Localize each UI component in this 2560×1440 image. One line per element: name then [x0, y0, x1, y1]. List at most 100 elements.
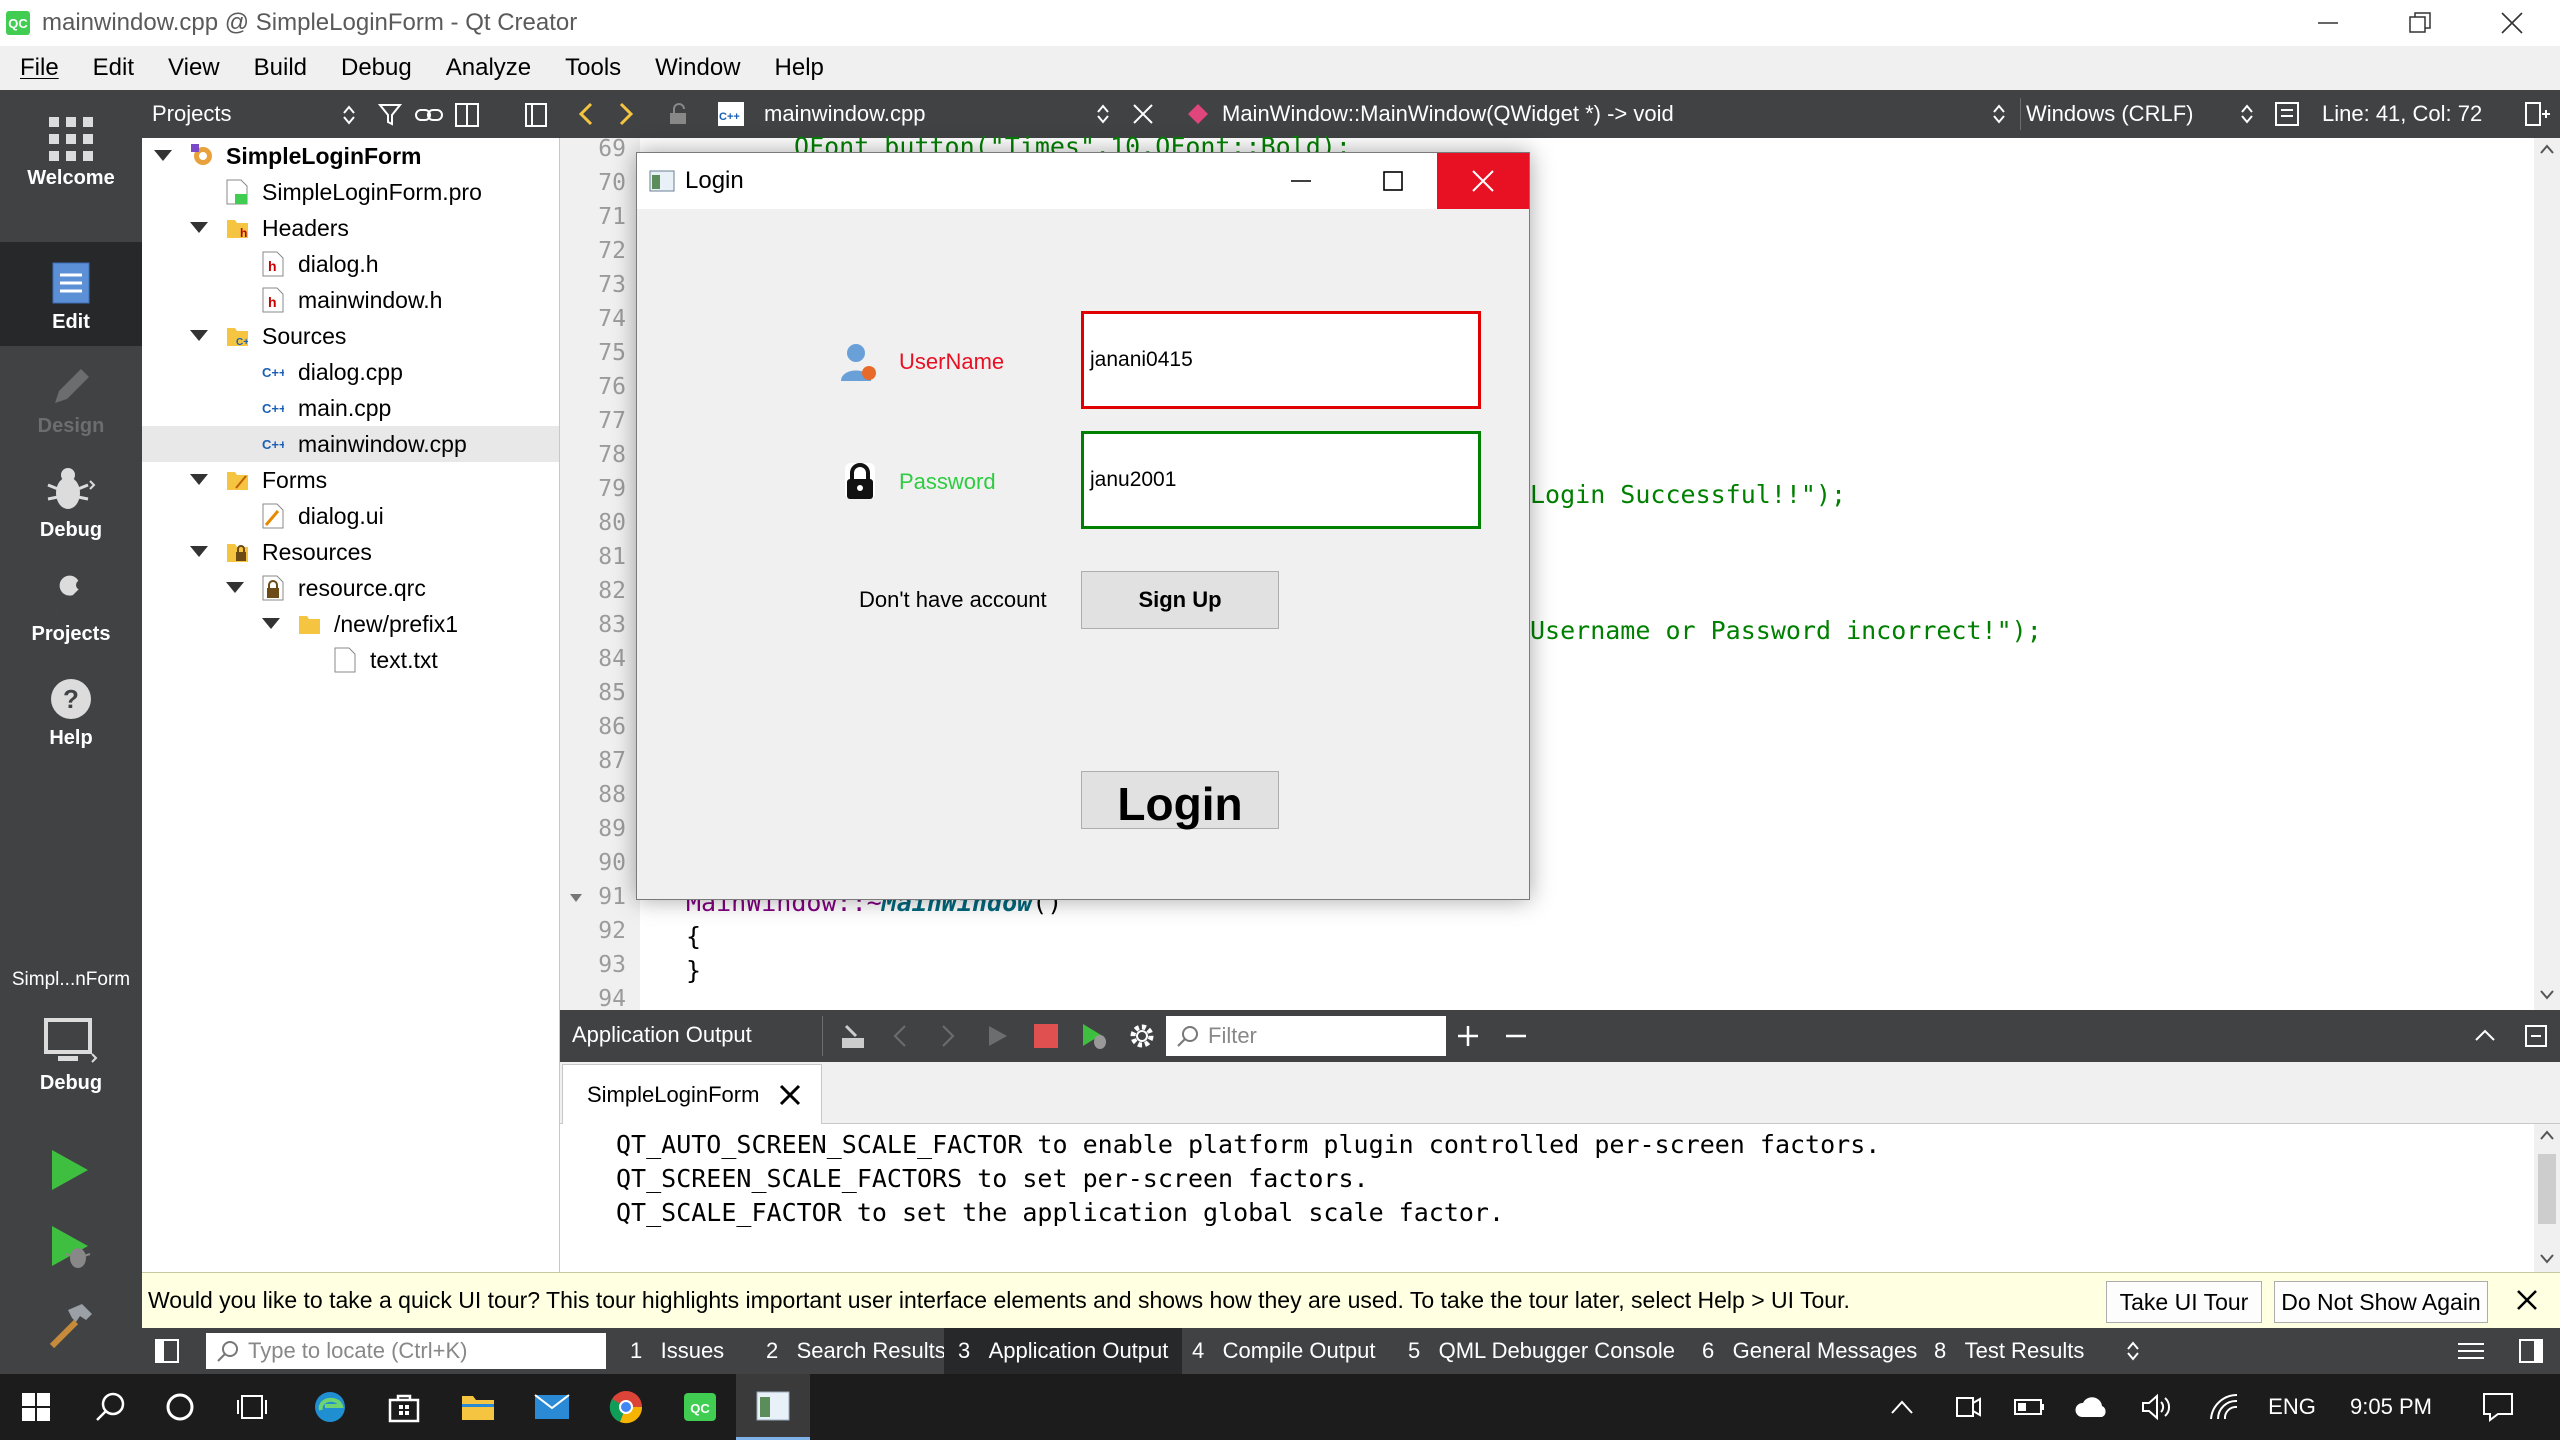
view-selector-arrows-icon[interactable]: [342, 104, 356, 126]
fold-marker-icon[interactable]: [570, 894, 582, 902]
dialog-minimize-button[interactable]: [1255, 153, 1347, 209]
taskbar-store[interactable]: [378, 1374, 430, 1440]
close-panel-icon[interactable]: [524, 102, 548, 128]
menu-view[interactable]: View: [148, 54, 234, 82]
menu-debug[interactable]: Debug: [321, 54, 426, 82]
taskbar-search-button[interactable]: [84, 1374, 136, 1440]
close-document-button[interactable]: [1132, 90, 1154, 138]
task-view-button[interactable]: [226, 1374, 278, 1440]
status-tab-compile-output[interactable]: 4 Compile Output: [1178, 1328, 1389, 1374]
output-filter-input[interactable]: Filter: [1166, 1016, 1446, 1056]
menu-edit[interactable]: Edit: [73, 54, 148, 82]
close-button[interactable]: [2466, 0, 2558, 46]
close-tab-icon[interactable]: [779, 1084, 801, 1106]
tree-item-file[interactable]: h dialog.h: [262, 246, 379, 282]
taskbar-chrome[interactable]: [600, 1374, 652, 1440]
tree-item-headers[interactable]: h Headers: [190, 210, 349, 246]
tree-item-file-selected[interactable]: C++ mainwindow.cpp: [262, 426, 467, 462]
menu-build[interactable]: Build: [234, 54, 321, 82]
kit-selector[interactable]: Debug: [0, 1000, 142, 1110]
mode-welcome[interactable]: Welcome: [0, 98, 142, 202]
tree-item-file[interactable]: text.txt: [334, 642, 438, 678]
signup-button[interactable]: Sign Up: [1081, 571, 1279, 629]
line-ending-arrows[interactable]: [2240, 90, 2254, 138]
stop-icon[interactable]: [1034, 1024, 1058, 1048]
tree-item-pro-file[interactable]: SimpleLoginForm.pro: [226, 174, 482, 210]
taskbar-file-explorer[interactable]: [452, 1374, 504, 1440]
tree-item-sources[interactable]: C+ Sources: [190, 318, 346, 354]
progress-details-icon[interactable]: [2456, 1340, 2486, 1362]
status-tab-qml-debugger-console[interactable]: 5 QML Debugger Console: [1394, 1328, 1689, 1374]
symbol-selector[interactable]: MainWindow::MainWindow(QWidget *) -> voi…: [1186, 90, 1674, 138]
tree-item-qrc[interactable]: resource.qrc: [226, 570, 426, 606]
menu-file[interactable]: File: [0, 54, 73, 82]
menu-help[interactable]: Help: [755, 54, 838, 82]
expand-arrow-icon[interactable]: [262, 618, 280, 629]
tree-item-resources[interactable]: Resources: [190, 534, 372, 570]
forward-button[interactable]: [618, 90, 634, 138]
expand-arrow-icon[interactable]: [190, 474, 208, 485]
expand-arrow-icon[interactable]: [226, 582, 244, 593]
locator-input[interactable]: Type to locate (Ctrl+K): [206, 1333, 606, 1369]
run-button[interactable]: [48, 1148, 92, 1192]
mode-edit[interactable]: Edit: [0, 242, 142, 346]
login-button[interactable]: Login: [1081, 771, 1279, 830]
mode-help[interactable]: ? Help: [0, 658, 142, 762]
menu-window[interactable]: Window: [635, 54, 754, 82]
taskbar-mail[interactable]: [526, 1374, 578, 1440]
show-hidden-icons-button[interactable]: [1884, 1374, 1920, 1440]
filter-icon[interactable]: [378, 102, 404, 128]
toggle-right-sidebar-icon[interactable]: [2518, 1338, 2544, 1364]
rerun-icon[interactable]: [986, 1024, 1010, 1048]
scroll-thumb[interactable]: [2538, 1154, 2556, 1224]
battery-indicator[interactable]: [2010, 1374, 2050, 1440]
attach-debugger-icon[interactable]: [1080, 1022, 1108, 1050]
onedrive-button[interactable]: [2072, 1374, 2112, 1440]
expand-arrow-icon[interactable]: [190, 330, 208, 341]
gear-icon[interactable]: [1128, 1022, 1156, 1050]
mode-debug[interactable]: Debug: [0, 450, 142, 554]
output-vertical-scrollbar[interactable]: [2534, 1124, 2560, 1272]
tree-item-file[interactable]: dialog.ui: [262, 498, 384, 534]
line-ending-selector[interactable]: Windows (CRLF): [2026, 90, 2193, 138]
password-input[interactable]: janu2001: [1081, 431, 1481, 529]
application-output-text[interactable]: QT_AUTO_SCREEN_SCALE_FACTOR to enable pl…: [560, 1124, 2534, 1272]
status-tab-test-results[interactable]: 8 Test Results: [1920, 1328, 2098, 1374]
menu-tools[interactable]: Tools: [545, 54, 635, 82]
cursor-position[interactable]: Line: 41, Col: 72: [2322, 90, 2482, 138]
split-panel-icon[interactable]: [454, 102, 482, 128]
minus-icon[interactable]: [1504, 1024, 1528, 1048]
take-ui-tour-button[interactable]: Take UI Tour: [2106, 1281, 2262, 1323]
minimize-button[interactable]: [2282, 0, 2374, 46]
username-input[interactable]: janani0415: [1081, 311, 1481, 409]
plus-icon[interactable]: [1456, 1024, 1480, 1048]
dialog-maximize-button[interactable]: [1347, 153, 1439, 209]
tree-item-prefix[interactable]: /new/prefix1: [262, 606, 458, 642]
mode-design[interactable]: Design: [0, 346, 142, 450]
editor-vertical-scrollbar[interactable]: [2534, 138, 2560, 1010]
clock[interactable]: 9:05 PM: [2336, 1374, 2446, 1440]
close-icon[interactable]: [2516, 1289, 2538, 1311]
tree-item-forms[interactable]: Forms: [190, 462, 327, 498]
status-tab-application-output[interactable]: 3 Application Output: [944, 1328, 1183, 1374]
menu-analyze[interactable]: Analyze: [426, 54, 545, 82]
back-button[interactable]: [578, 90, 594, 138]
taskbar-running-app[interactable]: [736, 1374, 810, 1440]
action-center-button[interactable]: [2472, 1374, 2524, 1440]
split-editor-button[interactable]: [2524, 90, 2550, 138]
tree-item-project[interactable]: SimpleLoginForm: [154, 138, 422, 174]
more-tabs-arrows-icon[interactable]: [2126, 1340, 2140, 1362]
status-tab-search-results[interactable]: 2 Search Results: [752, 1328, 960, 1374]
close-pane-icon[interactable]: [2524, 1024, 2548, 1048]
dialog-close-button[interactable]: [1437, 153, 1529, 209]
taskbar-edge[interactable]: [304, 1374, 356, 1440]
maximize-pane-icon[interactable]: [2474, 1026, 2496, 1044]
expand-arrow-icon[interactable]: [190, 546, 208, 557]
link-with-editor-icon[interactable]: [414, 102, 444, 128]
restore-button[interactable]: [2374, 0, 2466, 46]
input-language[interactable]: ENG: [2268, 1374, 2316, 1440]
expand-arrow-icon[interactable]: [190, 222, 208, 233]
prev-item-icon[interactable]: [892, 1024, 908, 1048]
taskbar-qt-creator[interactable]: QC: [674, 1374, 726, 1440]
clear-output-icon[interactable]: [838, 1022, 868, 1050]
